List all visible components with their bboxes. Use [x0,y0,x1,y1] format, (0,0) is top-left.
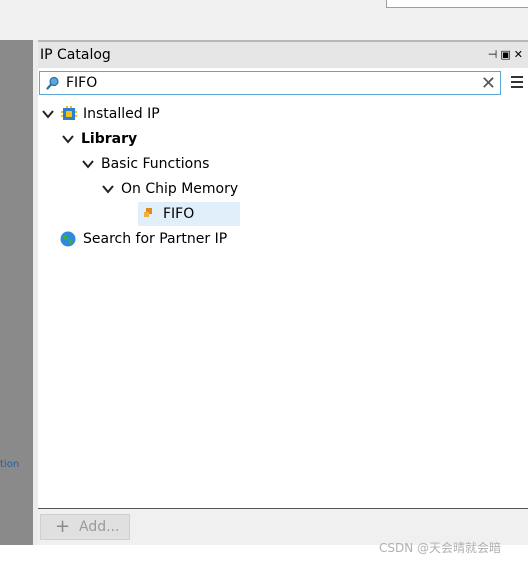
search-icon [46,76,59,90]
tree-label-fifo: FIFO [163,206,195,222]
search-box[interactable]: FIFO ✕ [39,71,501,95]
left-panel: tion [0,40,33,545]
top-toolbar-area [0,0,528,40]
ip-catalog-panel: IP Catalog ⊣▣✕ FIFO ✕ Installed IP Libra… [38,40,528,545]
close-icon[interactable]: ✕ [514,48,526,61]
tree-item-fifo[interactable]: FIFO [138,202,240,226]
globe-icon [60,231,76,247]
search-input[interactable]: FIFO [66,75,97,91]
add-button[interactable]: + Add... [40,514,130,540]
tree-label-installed-ip: Installed IP [83,106,160,122]
tree-label-basic-functions: Basic Functions [101,156,210,172]
tree-item-partner-ip[interactable]: Search for Partner IP [38,227,258,251]
panel-titlebar: IP Catalog ⊣▣✕ [38,40,528,68]
tree-label-library: Library [81,131,138,147]
plus-icon: + [55,516,71,537]
tree-item-installed-ip[interactable]: Installed IP [38,102,238,126]
panel-window-controls: ⊣▣✕ [488,48,526,61]
installed-ip-icon [61,106,77,120]
top-field[interactable] [386,0,528,8]
clear-search-icon[interactable]: ✕ [481,73,496,94]
chevron-down-icon[interactable] [62,133,74,145]
ip-core-icon [144,208,152,217]
tree-item-library[interactable]: Library [38,127,238,151]
watermark: CSDN @天会晴就会暗 [379,541,502,555]
add-button-label: Add... [79,519,120,535]
tree-item-basic-functions[interactable]: Basic Functions [38,152,258,176]
left-panel-partial-text[interactable]: tion [0,459,19,470]
tree-label-partner-ip: Search for Partner IP [83,231,228,247]
tree-item-on-chip-memory[interactable]: On Chip Memory [38,177,278,201]
tree-label-on-chip-memory: On Chip Memory [121,181,239,197]
float-icon[interactable]: ▣ [500,48,513,61]
menu-icon[interactable] [508,73,526,93]
chevron-down-icon[interactable] [102,183,114,195]
chevron-down-icon[interactable] [42,108,54,120]
chevron-down-icon[interactable] [82,158,94,170]
panel-title: IP Catalog [40,47,111,63]
pin-icon[interactable]: ⊣ [488,48,501,61]
